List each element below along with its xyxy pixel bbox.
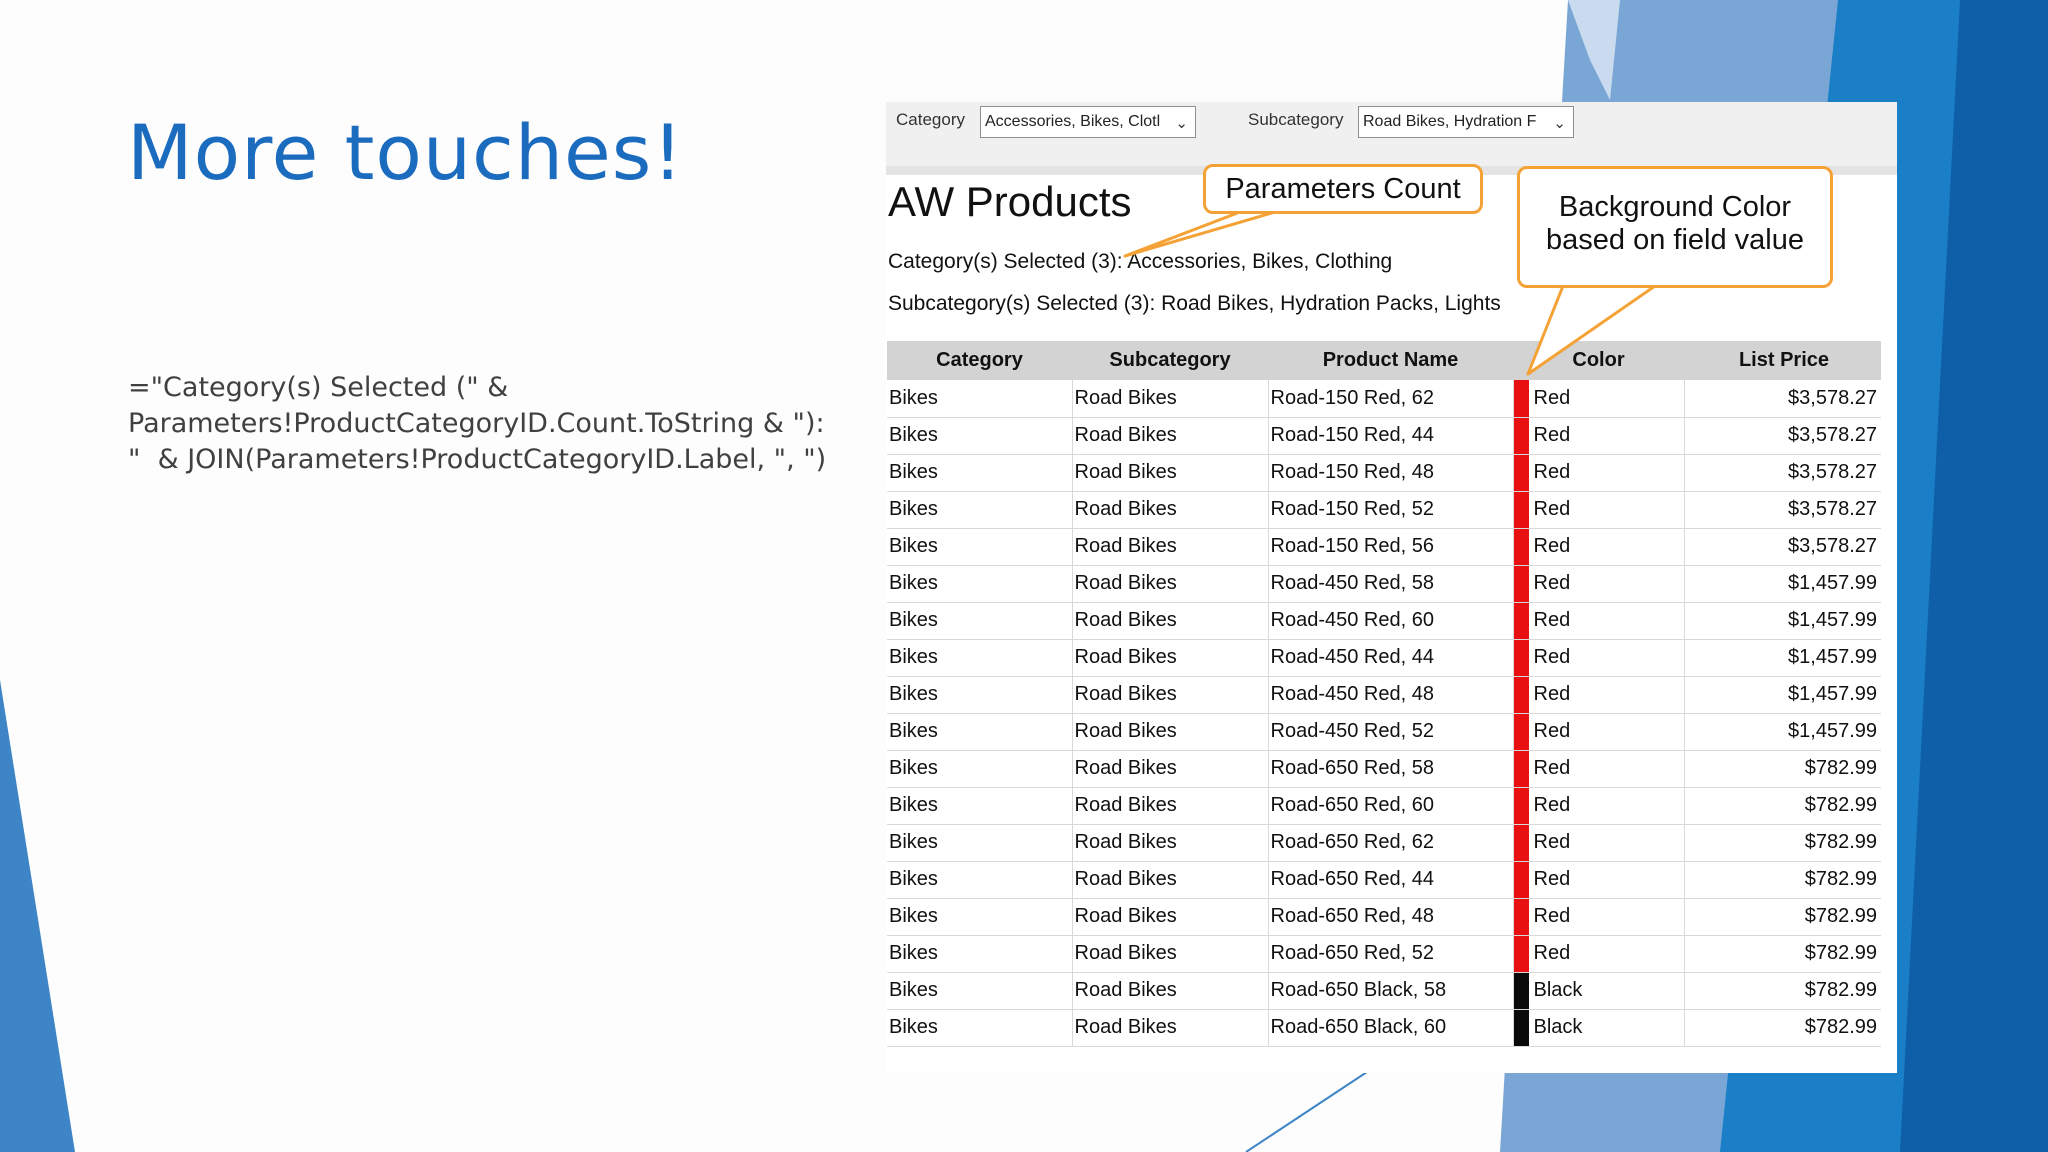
callout-text: based on field value: [1546, 224, 1804, 256]
parameters-count-callout: Parameters Count: [1203, 164, 1483, 214]
bg-color-pointer: [1526, 284, 1657, 376]
callout-text: Parameters Count: [1225, 173, 1461, 205]
background-color-callout: Background Color based on field value: [1517, 166, 1833, 288]
callout-text: Background Color: [1558, 191, 1792, 223]
params-count-pointer: [1123, 210, 1277, 258]
